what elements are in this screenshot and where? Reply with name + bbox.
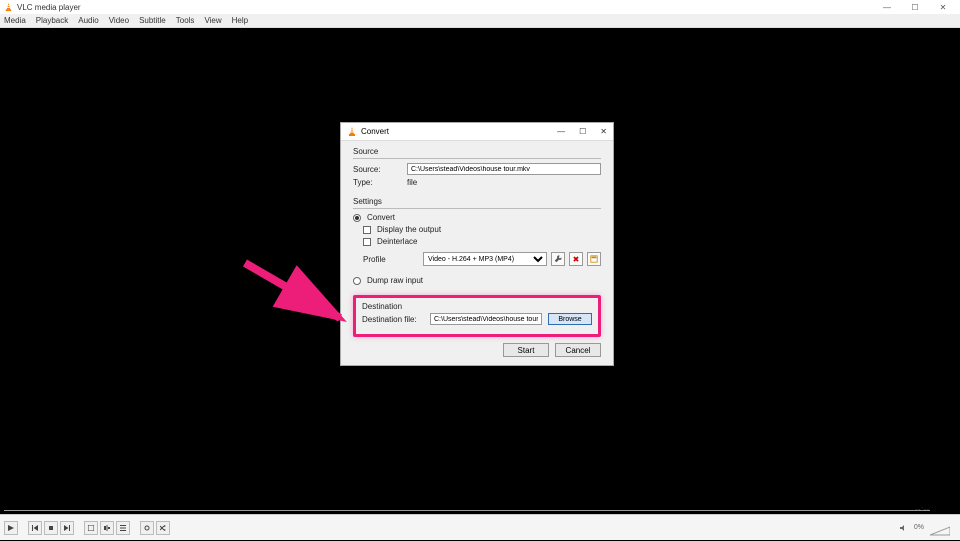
next-button[interactable]	[60, 521, 74, 535]
volume-slider[interactable]	[930, 523, 950, 533]
convert-dialog: Convert — ☐ ✕ Source Source: Type: file …	[340, 122, 614, 366]
menu-audio[interactable]: Audio	[78, 16, 98, 25]
wrench-icon[interactable]	[551, 252, 565, 266]
dialog-close-icon[interactable]: ✕	[600, 127, 607, 136]
convert-radio[interactable]	[353, 214, 361, 222]
type-value: file	[407, 178, 417, 187]
convert-radio-label: Convert	[367, 213, 395, 222]
dialog-title: Convert	[361, 127, 389, 136]
maximize-icon[interactable]: ☐	[910, 2, 920, 12]
dialog-titlebar: Convert — ☐ ✕	[341, 123, 613, 141]
display-output-label: Display the output	[377, 225, 441, 234]
app-titlebar: VLC media player — ☐ ✕	[0, 0, 960, 14]
type-label: Type:	[353, 178, 401, 187]
menu-view[interactable]: View	[204, 16, 221, 25]
close-icon[interactable]: ✕	[938, 2, 948, 12]
dialog-maximize-icon[interactable]: ☐	[579, 127, 586, 136]
menu-tools[interactable]: Tools	[176, 16, 195, 25]
settings-section: Settings Convert Display the output Dein…	[353, 197, 601, 285]
delete-icon[interactable]: ✖	[569, 252, 583, 266]
seekbar[interactable]: --:--	[4, 507, 930, 513]
vlc-cone-icon	[4, 3, 13, 12]
display-output-checkbox[interactable]	[363, 226, 371, 234]
loop-button[interactable]	[140, 521, 154, 535]
destination-section-label: Destination	[362, 302, 592, 311]
dialog-minimize-icon[interactable]: —	[557, 127, 565, 136]
deinterlace-label: Deinterlace	[377, 237, 417, 246]
bottom-controls: --:-- 0%	[0, 514, 960, 540]
menubar: Media Playback Audio Video Subtitle Tool…	[0, 14, 960, 28]
start-button[interactable]: Start	[503, 343, 549, 357]
prev-button[interactable]	[28, 521, 42, 535]
destination-section: Destination Destination file: Browse	[353, 295, 601, 337]
app-title: VLC media player	[17, 3, 81, 12]
random-button[interactable]	[156, 521, 170, 535]
menu-video[interactable]: Video	[109, 16, 129, 25]
source-section-label: Source	[353, 147, 601, 159]
source-input[interactable]	[407, 163, 601, 175]
menu-media[interactable]: Media	[4, 16, 26, 25]
volume-percent: 0%	[914, 524, 924, 531]
speaker-icon[interactable]	[900, 519, 908, 537]
source-section: Source Source: Type: file	[353, 147, 601, 187]
window-buttons: — ☐ ✕	[882, 2, 956, 12]
minimize-icon[interactable]: —	[882, 2, 892, 12]
profile-select[interactable]: Video - H.264 + MP3 (MP4)	[423, 252, 547, 266]
menu-subtitle[interactable]: Subtitle	[139, 16, 166, 25]
settings-section-label: Settings	[353, 197, 601, 209]
browse-button[interactable]: Browse	[548, 313, 592, 325]
menu-playback[interactable]: Playback	[36, 16, 68, 25]
new-profile-icon[interactable]	[587, 252, 601, 266]
dump-radio-label: Dump raw input	[367, 276, 423, 285]
source-label: Source:	[353, 165, 401, 174]
fullscreen-button[interactable]	[84, 521, 98, 535]
destination-file-input[interactable]	[430, 313, 542, 325]
play-button[interactable]	[4, 521, 18, 535]
extended-settings-button[interactable]	[100, 521, 114, 535]
profile-label: Profile	[363, 255, 419, 264]
destination-file-label: Destination file:	[362, 315, 424, 324]
cancel-button[interactable]: Cancel	[555, 343, 601, 357]
vlc-cone-icon	[347, 127, 357, 137]
stop-button[interactable]	[44, 521, 58, 535]
playlist-button[interactable]	[116, 521, 130, 535]
menu-help[interactable]: Help	[232, 16, 248, 25]
deinterlace-checkbox[interactable]	[363, 238, 371, 246]
dump-radio[interactable]	[353, 277, 361, 285]
